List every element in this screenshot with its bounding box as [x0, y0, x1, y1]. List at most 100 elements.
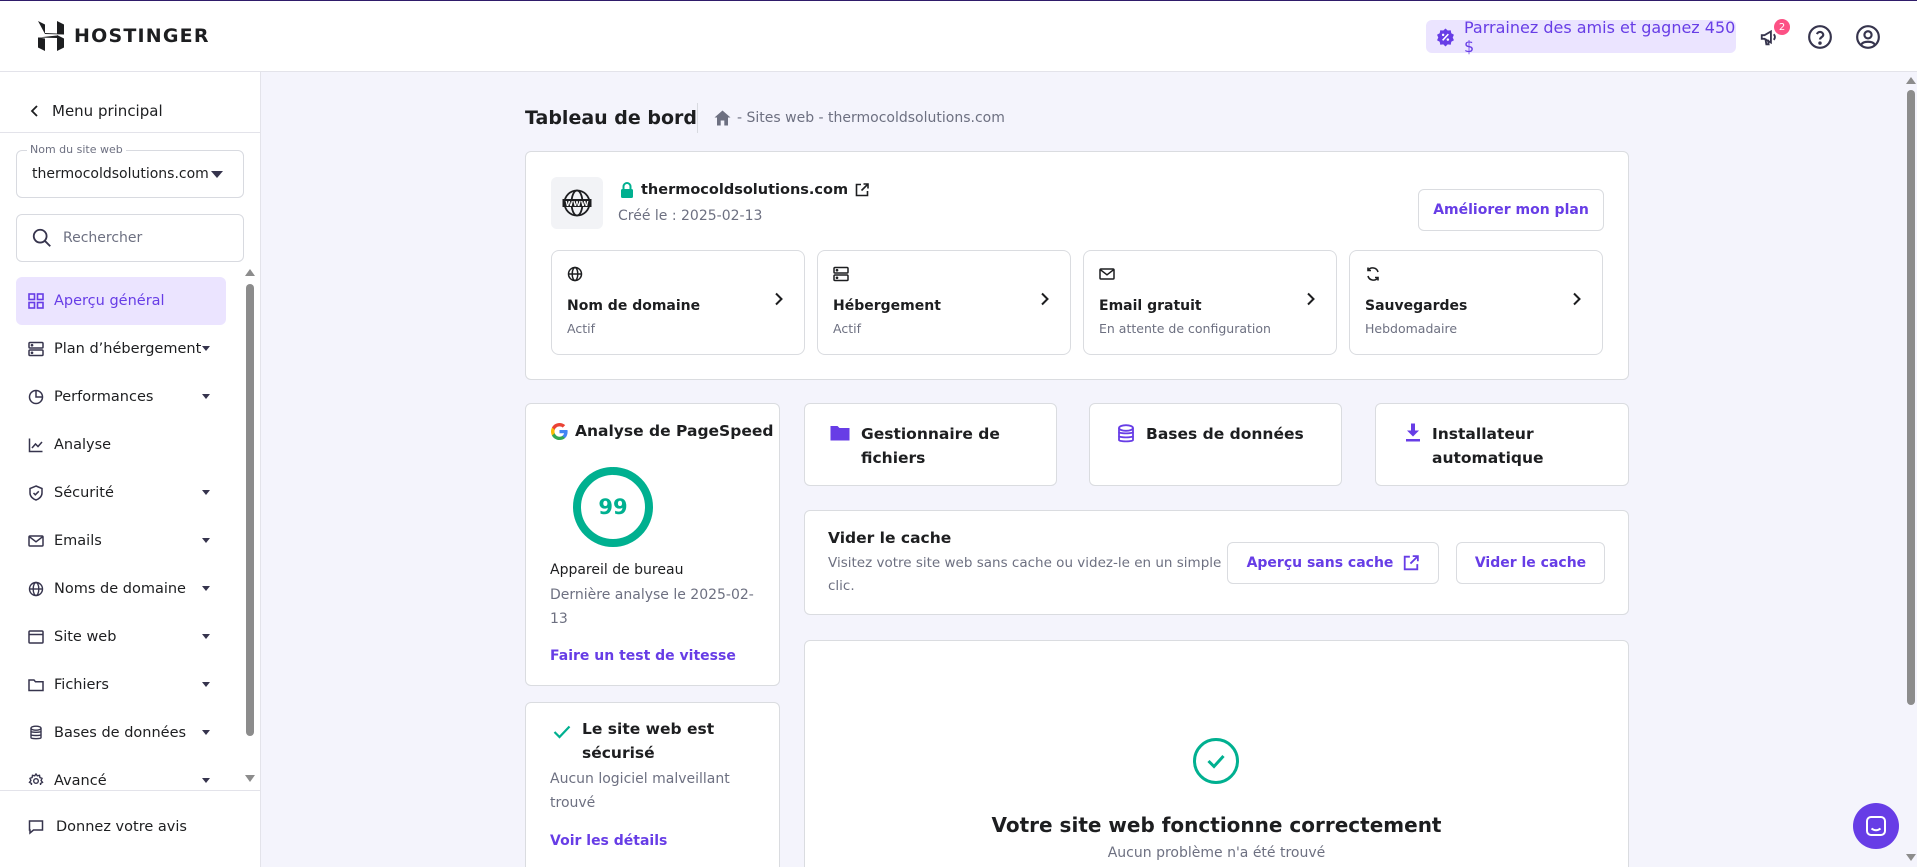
gear-icon	[28, 773, 44, 785]
external-link-icon	[1404, 555, 1420, 571]
sidebar-item-website[interactable]: Site web	[16, 613, 226, 661]
quick-label-line2: automatique	[1432, 449, 1544, 467]
hostinger-logo[interactable]: HOSTINGER	[38, 21, 210, 51]
sidebar-item-label: Plan d’hébergement	[54, 341, 202, 357]
caret-down-icon	[202, 682, 210, 687]
tile-backups[interactable]: Sauvegardes Hebdomadaire	[1349, 250, 1603, 355]
trend-icon	[28, 438, 43, 453]
chevron-right-icon	[775, 292, 783, 306]
breadcrumb: - Sites web - thermocoldsolutions.com	[714, 110, 1005, 126]
tile-free-email[interactable]: Email gratuit En attente de configuratio…	[1083, 250, 1337, 355]
site-select-label: Nom du site web	[27, 143, 126, 156]
tile-title: Nom de domaine	[567, 298, 701, 314]
tile-domain[interactable]: Nom de domaine Actif	[551, 250, 805, 355]
main-scroll-thumb[interactable]	[1907, 90, 1915, 705]
sidebar-item-label: Analyse	[54, 437, 112, 453]
file-manager-card[interactable]: Gestionnaire de fichiers	[804, 403, 1057, 486]
site-overview-card: WWW thermocoldsolutions.com Créé le : 20…	[525, 151, 1629, 380]
www-icon: WWW	[551, 177, 603, 229]
cache-desc-line1: Visitez votre site web sans cache ou vid…	[828, 555, 1222, 571]
pagespeed-score: 99	[598, 495, 628, 519]
help-icon	[1808, 25, 1832, 49]
feedback-link[interactable]: Donnez votre avis	[28, 819, 187, 835]
sidebar-item-label: Avancé	[54, 773, 107, 785]
clear-cache-button[interactable]: Vider le cache	[1456, 542, 1605, 584]
sidebar-item-label: Site web	[54, 629, 117, 645]
sidebar-item-performance[interactable]: Performances	[16, 373, 226, 421]
cache-title: Vider le cache	[828, 529, 952, 547]
back-to-main-menu[interactable]: Menu principal	[30, 102, 163, 120]
tile-status: Hebdomadaire	[1365, 321, 1458, 336]
sidebar-scroll-down-arrow[interactable]	[245, 775, 255, 782]
sidebar-item-domains[interactable]: Noms de domaine	[16, 565, 226, 613]
upgrade-plan-button[interactable]: Améliorer mon plan	[1418, 189, 1604, 231]
databases-label: Bases de données	[1146, 422, 1304, 446]
security-title-line2: sécurisé	[582, 744, 655, 762]
tile-title: Email gratuit	[1099, 298, 1202, 314]
pie-chart-icon	[28, 389, 44, 405]
databases-card[interactable]: Bases de données	[1089, 403, 1342, 486]
quick-label-line1: Bases de données	[1146, 425, 1304, 443]
referral-banner[interactable]: Parrainez des amis et gagnez 450 $	[1426, 18, 1736, 56]
globe-icon	[567, 266, 583, 282]
sidebar-item-security[interactable]: Sécurité	[16, 469, 226, 517]
breadcrumb-path[interactable]: - Sites web - thermocoldsolutions.com	[737, 110, 1005, 126]
notifications-button[interactable]: 2	[1756, 19, 1790, 51]
search-input[interactable]	[63, 230, 233, 246]
caret-down-icon	[202, 730, 210, 735]
main-scroll-up-arrow[interactable]	[1906, 77, 1916, 84]
auto-installer-label: Installateur automatique	[1432, 422, 1544, 470]
account-button[interactable]	[1854, 23, 1882, 51]
sidebar-item-databases[interactable]: Bases de données	[16, 709, 226, 757]
security-title-line1: Le site web est	[582, 720, 715, 738]
quick-label-line1: Installateur	[1432, 425, 1534, 443]
main-scroll-down-arrow[interactable]	[1906, 854, 1916, 861]
svg-text:WWW: WWW	[565, 200, 588, 208]
sidebar-scroll-up-arrow[interactable]	[245, 269, 255, 276]
back-label: Menu principal	[52, 102, 163, 120]
security-details-link[interactable]: Voir les détails	[550, 833, 667, 849]
caret-down-icon	[202, 490, 210, 495]
sidebar-item-files[interactable]: Fichiers	[16, 661, 226, 709]
sidebar: Menu principal Nom du site web thermocol…	[0, 72, 261, 867]
site-domain-text[interactable]: thermocoldsolutions.com	[641, 182, 848, 198]
sidebar-item-label: Sécurité	[54, 485, 114, 501]
auto-installer-card[interactable]: Installateur automatique	[1375, 403, 1629, 486]
account-icon	[1856, 25, 1880, 49]
main-scrollbar[interactable]	[1905, 72, 1917, 867]
external-link-icon[interactable]	[855, 183, 869, 197]
sidebar-item-label: Bases de données	[54, 725, 187, 741]
sidebar-item-overview[interactable]: Aperçu général	[16, 277, 226, 325]
home-icon[interactable]	[714, 110, 731, 126]
shield-icon	[29, 485, 43, 501]
quick-label-line1: Gestionnaire de	[861, 425, 1000, 443]
tile-status: Actif	[567, 321, 595, 336]
site-status-card: Votre site web fonctionne correctement A…	[804, 640, 1629, 867]
search-icon	[32, 228, 51, 247]
quick-label-line2: fichiers	[861, 449, 926, 467]
sidebar-divider	[0, 790, 260, 791]
sidebar-item-analytics[interactable]: Analyse	[16, 421, 226, 469]
sidebar-item-advanced[interactable]: Avancé	[16, 757, 226, 785]
mail-icon	[1099, 268, 1115, 280]
site-select[interactable]: Nom du site web thermocoldsolutions.com	[16, 143, 244, 198]
caret-down-icon	[202, 778, 210, 783]
speed-test-link[interactable]: Faire un test de vitesse	[550, 648, 736, 664]
sidebar-search[interactable]	[16, 214, 244, 262]
discount-badge-icon	[1437, 27, 1454, 46]
tile-status: Actif	[833, 321, 861, 336]
chat-launcher-button[interactable]	[1853, 803, 1899, 849]
server-icon	[833, 266, 849, 282]
pagespeed-device: Appareil de bureau	[550, 562, 684, 578]
pagespeed-title-text: Analyse de PageSpeed	[575, 422, 774, 440]
sidebar-item-emails[interactable]: Emails	[16, 517, 226, 565]
folder-icon	[28, 679, 44, 692]
tile-status: En attente de configuration	[1099, 321, 1271, 336]
caret-down-icon	[202, 634, 210, 639]
preview-no-cache-button[interactable]: Aperçu sans cache	[1227, 542, 1439, 584]
help-button[interactable]	[1806, 23, 1834, 51]
sidebar-scrollbar[interactable]	[246, 284, 254, 736]
server-icon	[28, 341, 44, 357]
tile-hosting[interactable]: Hébergement Actif	[817, 250, 1071, 355]
sidebar-item-hosting-plan[interactable]: Plan d’hébergement	[16, 325, 226, 373]
